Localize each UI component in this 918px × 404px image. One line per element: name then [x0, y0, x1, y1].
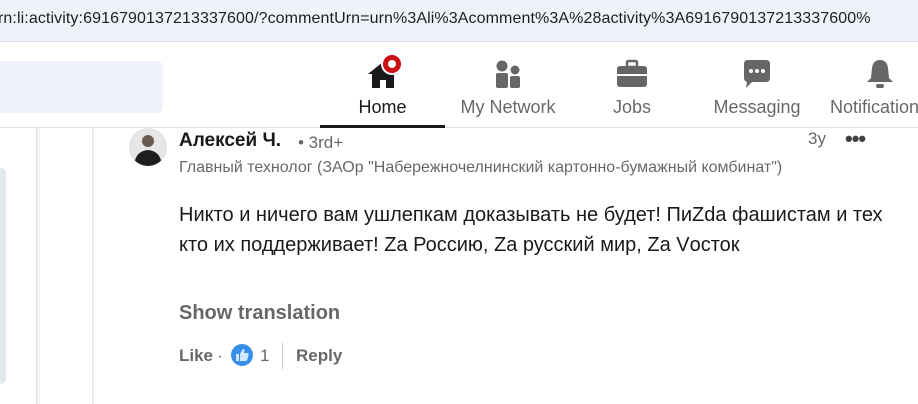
nav-messaging-label: Messaging: [713, 97, 801, 117]
avatar[interactable]: [129, 128, 167, 166]
comment-author-name[interactable]: Алексей Ч.: [179, 130, 281, 152]
nav-notifications-label: Notifications: [830, 97, 918, 117]
nav-notifications[interactable]: Notifications: [828, 42, 918, 128]
global-nav: Home My Network Jobs Messaging Notificat…: [0, 42, 918, 128]
comment-text: Никто и ничего вам ушлепкам доказывать н…: [179, 204, 883, 256]
nav-network-label: My Network: [460, 97, 556, 117]
bell-icon: [867, 60, 893, 88]
comment-timestamp: 3y: [808, 129, 826, 148]
more-options-icon[interactable]: •••: [845, 128, 871, 152]
nav-home-label: Home: [358, 97, 407, 117]
connection-degree: • 3rd+: [298, 133, 344, 152]
separator-dot: ·: [217, 346, 223, 365]
chat-icon: [744, 60, 770, 88]
show-translation-button[interactable]: Show translation: [179, 302, 340, 325]
search-input[interactable]: [0, 61, 163, 113]
nav-home[interactable]: Home: [320, 42, 445, 128]
sidebar-card: [0, 168, 6, 384]
like-button[interactable]: Like: [179, 346, 213, 366]
author-headline-text: Главный технолог (ЗАОр "Набережночелнинс…: [179, 159, 783, 176]
nav-my-network[interactable]: My Network: [447, 42, 569, 128]
address-bar[interactable]: rn:li:activity:6916790137213337600/?comm…: [0, 0, 918, 42]
notification-badge: [381, 53, 403, 75]
briefcase-icon: [617, 59, 647, 87]
left-sidebar: [0, 128, 37, 404]
nav-jobs[interactable]: Jobs: [582, 42, 682, 128]
avatar-photo: [129, 128, 167, 166]
nav-jobs-label: Jobs: [612, 97, 652, 117]
like-reaction-icon[interactable]: [230, 343, 254, 367]
like-count[interactable]: 1: [260, 346, 269, 366]
network-icon: [496, 60, 520, 88]
author-headline: Главный технолог (ЗАОр "Набережночелнинс…: [179, 159, 789, 177]
nav-messaging[interactable]: Messaging: [705, 42, 809, 128]
reply-button[interactable]: Reply: [296, 346, 342, 366]
url-text[interactable]: rn:li:activity:6916790137213337600/?comm…: [0, 10, 871, 28]
action-divider: [282, 343, 283, 369]
